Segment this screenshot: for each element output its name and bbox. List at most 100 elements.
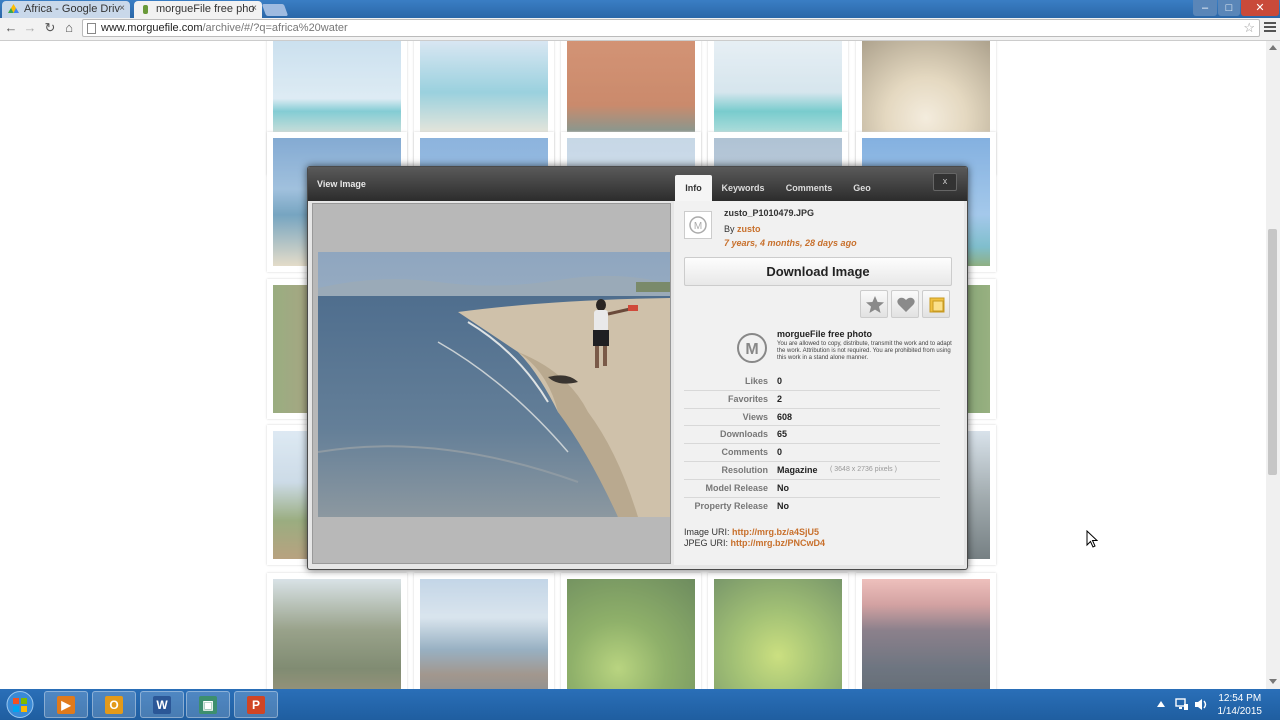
- file-name: zusto_P1010479.JPG: [724, 208, 815, 218]
- stat-label: Likes: [744, 376, 768, 386]
- tab-comments[interactable]: Comments: [778, 175, 840, 201]
- start-button[interactable]: [4, 690, 36, 719]
- taskbar-window-app[interactable]: ▣: [186, 691, 230, 718]
- new-tab-button[interactable]: [261, 4, 289, 16]
- image-uri-link[interactable]: http://mrg.bz/a4SjU5: [732, 527, 819, 537]
- stat-row-views: Views 608: [684, 409, 940, 427]
- heart-icon: [897, 297, 915, 312]
- stats-table: Likes 0 Favorites 2 Views 608 Downloads 65 C…: [684, 373, 940, 514]
- browser-toolbar: ← → ↻ ⌂ www.morguefile.com/archive/#/?q=…: [0, 18, 1280, 41]
- morguefile-logo-icon: M: [737, 333, 767, 363]
- modal-close-button[interactable]: x: [933, 173, 957, 191]
- forward-icon[interactable]: →: [22, 20, 38, 36]
- stat-row-model-release: Model Release No: [684, 480, 940, 498]
- user-avatar-icon: M: [689, 216, 707, 234]
- svg-text:M: M: [694, 221, 702, 232]
- jpeg-uri-link[interactable]: http://mrg.bz/PNCwD4: [731, 538, 826, 548]
- media-player-icon: ▶: [57, 696, 75, 714]
- stat-value: 65: [777, 429, 788, 440]
- minimize-button[interactable]: –: [1193, 0, 1217, 16]
- svg-text:M: M: [745, 341, 758, 358]
- image-uri-label: Image URI:: [684, 527, 730, 537]
- by-label: By: [724, 224, 735, 234]
- author-link[interactable]: zusto: [737, 224, 761, 234]
- jpeg-uri-line: JPEG URI: http://mrg.bz/PNCwD4: [684, 538, 825, 549]
- uri-block: Image URI: http://mrg.bz/a4SjU5 JPEG URI…: [684, 527, 825, 549]
- stat-value: 608: [777, 411, 793, 422]
- beach-photo[interactable]: [318, 252, 670, 517]
- tab-label: Africa - Google Driv: [24, 3, 120, 15]
- tab-geo[interactable]: Geo: [846, 175, 878, 201]
- stat-label: Property Release: [694, 500, 768, 511]
- leaf-icon: [143, 5, 148, 14]
- view-image-modal: View Image Info Keywords Comments Geo x: [307, 166, 968, 570]
- taskbar-word[interactable]: W: [140, 691, 184, 718]
- modal-header: View Image Info Keywords Comments Geo x: [308, 167, 967, 201]
- tab-google-drive[interactable]: Africa - Google Driv ×: [2, 1, 130, 18]
- avatar[interactable]: M: [684, 211, 712, 239]
- taskbar-outlook[interactable]: O: [92, 691, 136, 718]
- close-window-button[interactable]: ✕: [1241, 0, 1279, 16]
- favorite-star-button[interactable]: [860, 290, 888, 318]
- image-uri-line: Image URI: http://mrg.bz/a4SjU5: [684, 527, 825, 538]
- tab-keywords[interactable]: Keywords: [716, 175, 770, 201]
- reload-icon[interactable]: ↻: [42, 20, 58, 36]
- stat-value: 2: [777, 393, 783, 404]
- stat-row-downloads: Downloads 65: [684, 426, 940, 445]
- taskbar-media-player[interactable]: ▶: [44, 691, 88, 718]
- windows-taskbar: ▶ O W ▣ P 12:54 PM 1/14/2015: [0, 689, 1280, 720]
- mouse-cursor-icon: [1086, 530, 1098, 548]
- stat-label: Model Release: [705, 482, 768, 493]
- scrollbar-thumb[interactable]: [1268, 229, 1277, 475]
- page-scrollbar[interactable]: [1266, 41, 1280, 689]
- stat-value: 0: [777, 447, 783, 458]
- bookmark-star-icon[interactable]: ☆: [1243, 20, 1255, 36]
- tab-morguefile[interactable]: morgueFile free pho ×: [134, 1, 262, 18]
- stat-value: Magazine: [777, 464, 818, 475]
- taskbar-powerpoint[interactable]: P: [234, 691, 278, 718]
- scroll-down-icon[interactable]: [1269, 679, 1277, 684]
- tab-label: morgueFile free pho: [156, 3, 255, 15]
- address-bar[interactable]: www.morguefile.com/archive/#/?q=africa%2…: [82, 19, 1260, 37]
- powerpoint-icon: P: [247, 696, 265, 714]
- stat-row-property-release: Property Release No: [684, 498, 940, 515]
- download-image-button[interactable]: Download Image: [684, 257, 952, 286]
- stat-row-favorites: Favorites 2: [684, 391, 940, 409]
- resolution-pixels: ( 3648 x 2736 pixels ): [830, 465, 897, 473]
- clock-time: 12:54 PM: [1218, 693, 1262, 704]
- modal-title: View Image: [317, 179, 366, 189]
- back-icon[interactable]: ←: [3, 20, 19, 36]
- author-line: By zusto: [724, 224, 761, 234]
- lightbox-icon: [929, 297, 945, 313]
- tab-close-icon[interactable]: ×: [119, 1, 125, 17]
- tab-close-icon[interactable]: ×: [251, 1, 257, 17]
- image-viewer: [312, 203, 671, 564]
- upload-age: 7 years, 4 months, 28 days ago: [724, 238, 857, 248]
- page-content: View Image Info Keywords Comments Geo x: [0, 41, 1266, 689]
- url-path: /archive/#/?q=africa%20water: [202, 22, 348, 34]
- lightbox-button[interactable]: [922, 290, 950, 318]
- stat-value: No: [777, 500, 789, 511]
- license-text: You are allowed to copy, distribute, tra…: [777, 341, 952, 361]
- scroll-up-icon[interactable]: [1269, 45, 1277, 50]
- volume-icon[interactable]: [1194, 698, 1208, 711]
- stat-row-resolution: Resolution Magazine ( 3648 x 2736 pixels ): [684, 462, 940, 480]
- stat-label: Favorites: [727, 393, 768, 404]
- maximize-button[interactable]: □: [1218, 0, 1240, 16]
- system-clock[interactable]: 12:54 PM 1/14/2015: [1218, 692, 1263, 718]
- stat-value: 0: [777, 376, 783, 386]
- stat-value: No: [777, 482, 789, 493]
- tab-info[interactable]: Info: [675, 175, 712, 201]
- menu-icon[interactable]: [1264, 22, 1276, 34]
- tray-chevron-up-icon[interactable]: [1156, 700, 1166, 708]
- like-heart-button[interactable]: [891, 290, 919, 318]
- home-icon[interactable]: ⌂: [61, 20, 77, 36]
- stat-label: Views: [742, 411, 768, 422]
- jpeg-uri-label: JPEG URI:: [684, 538, 729, 548]
- clock-date: 1/14/2015: [1217, 706, 1263, 717]
- star-icon: [866, 296, 884, 313]
- system-tray: 12:54 PM 1/14/2015: [1150, 689, 1280, 720]
- outlook-icon: O: [105, 696, 123, 714]
- network-icon[interactable]: [1175, 698, 1189, 711]
- window-app-icon: ▣: [199, 696, 217, 714]
